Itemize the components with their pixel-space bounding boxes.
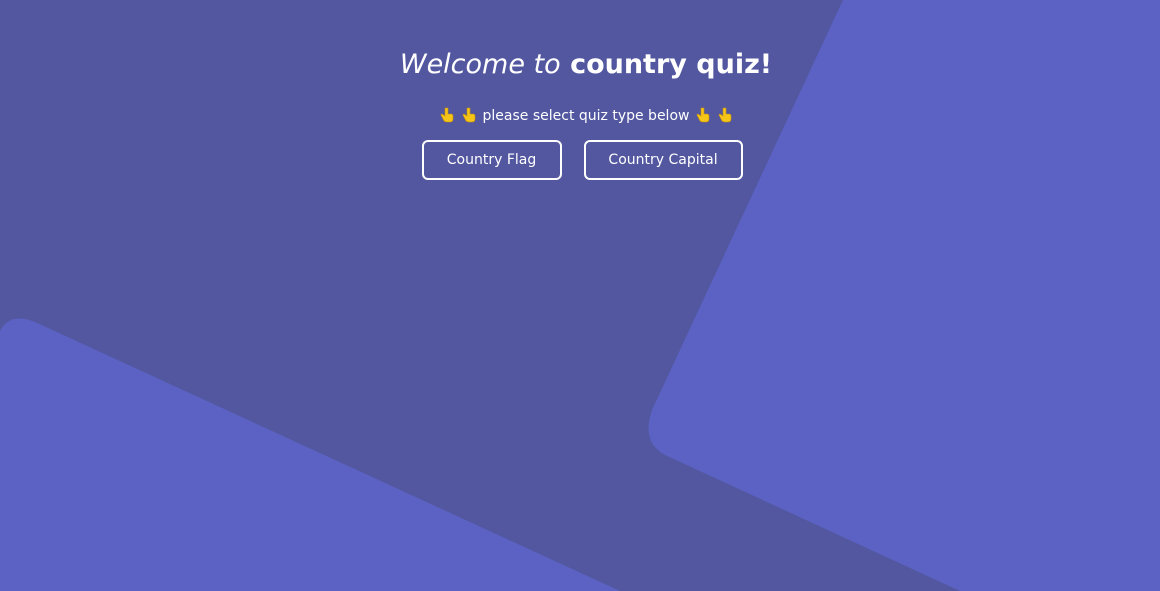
pointing-down-hand-icon: [719, 107, 732, 123]
prompt-text: please select quiz type below: [482, 108, 690, 124]
pointing-down-hand-icon: [462, 107, 476, 123]
page-title: Welcome to country quiz!: [0, 46, 1160, 84]
welcome-text: Welcome to: [399, 49, 561, 80]
background-shapes: [0, 0, 1160, 591]
country-capital-button[interactable]: Country Capital: [583, 140, 743, 180]
quiz-type-buttons: Country Flag Country Capital: [0, 140, 1160, 180]
pointing-down-hand-icon: [440, 107, 453, 123]
background-shape-left: [0, 318, 620, 591]
background-shape-right: [648, 0, 1160, 591]
country-flag-button[interactable]: Country Flag: [421, 140, 562, 180]
pointing-down-hand-icon: [696, 107, 710, 123]
quiz-type-prompt: please select quiz type below: [0, 105, 1160, 127]
brand-text: country quiz!: [570, 49, 773, 80]
